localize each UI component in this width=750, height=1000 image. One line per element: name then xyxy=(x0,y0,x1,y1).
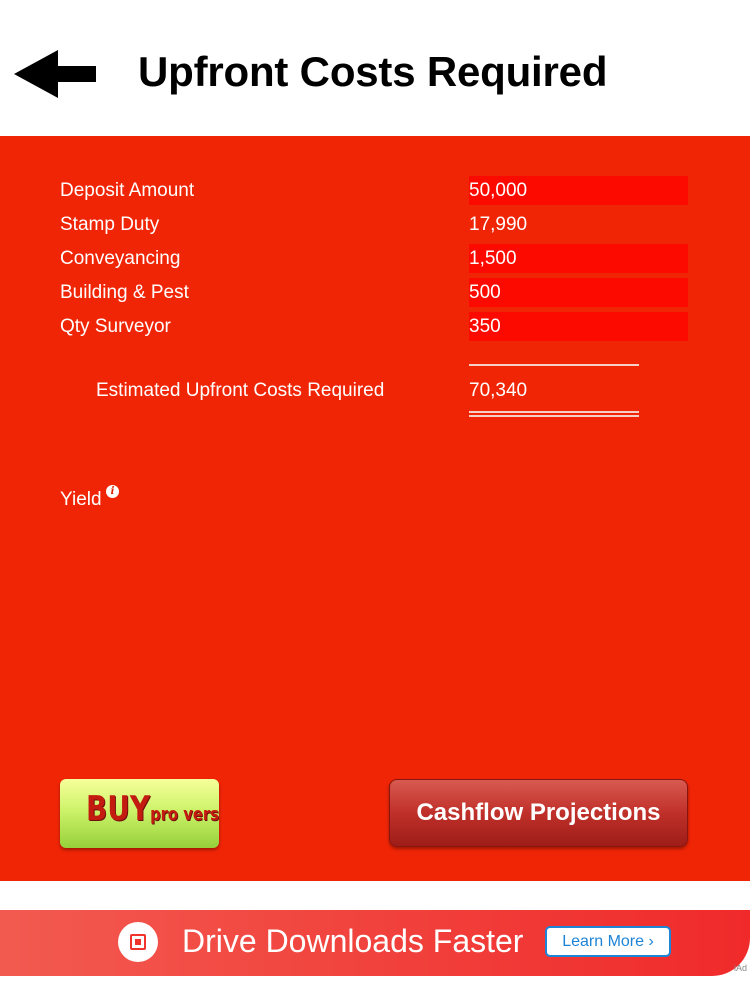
stamp-duty-label: Stamp Duty xyxy=(60,214,160,235)
conveyancing-field[interactable]: 1,500 xyxy=(469,244,688,273)
total-value: 70,340 xyxy=(469,380,528,401)
total-divider-bottom xyxy=(469,415,639,417)
stamp-duty-value: 17,990 xyxy=(469,214,528,235)
pro-version-label: pro version xyxy=(150,804,219,825)
left-arrow-icon xyxy=(14,50,96,98)
subtotal-divider xyxy=(469,364,639,366)
back-button[interactable] xyxy=(14,50,98,98)
deposit-amount-label: Deposit Amount xyxy=(60,180,195,201)
buy-pro-button[interactable]: BUYpro version xyxy=(60,779,219,848)
yield-label: Yield xyxy=(60,489,102,510)
buy-label: BUY xyxy=(86,789,151,829)
info-icon[interactable]: i xyxy=(106,485,119,498)
learn-more-button[interactable]: Learn More › xyxy=(545,926,671,957)
building-pest-field[interactable]: 500 xyxy=(469,278,688,307)
building-pest-label: Building & Pest xyxy=(60,282,189,303)
total-label: Estimated Upfront Costs Required xyxy=(96,380,385,401)
ad-banner[interactable]: Drive Downloads Faster Learn More › xyxy=(0,910,750,976)
ad-logo-icon xyxy=(118,922,158,962)
ad-headline: Drive Downloads Faster xyxy=(182,923,524,959)
ad-logo-dot xyxy=(135,939,141,945)
main-panel: Deposit Amount 50,000 Stamp Duty 17,990 … xyxy=(0,136,750,881)
deposit-amount-field[interactable]: 50,000 xyxy=(469,176,688,205)
cashflow-projections-button[interactable]: Cashflow Projections xyxy=(389,779,688,847)
qty-surveyor-field[interactable]: 350 xyxy=(469,312,688,341)
conveyancing-label: Conveyancing xyxy=(60,248,181,269)
total-divider-top xyxy=(469,411,639,413)
iad-label: iAd xyxy=(734,963,748,973)
header: Upfront Costs Required xyxy=(0,0,750,136)
buy-pro-text: BUYpro version xyxy=(86,789,219,829)
page-title: Upfront Costs Required xyxy=(138,48,608,95)
qty-surveyor-label: Qty Surveyor xyxy=(60,316,171,337)
